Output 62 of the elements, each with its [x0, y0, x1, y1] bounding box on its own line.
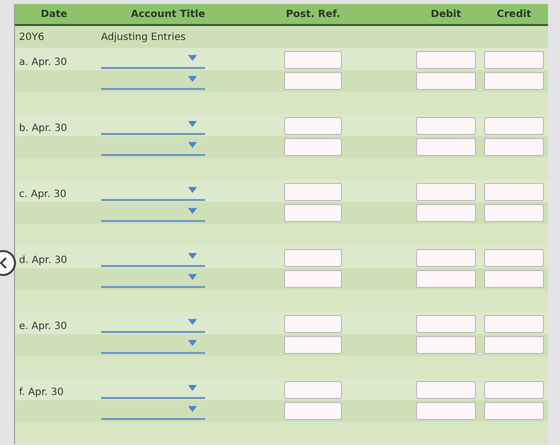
debit-field[interactable]	[416, 72, 476, 90]
column-header: Account Title	[130, 8, 206, 22]
debit-field[interactable]	[416, 249, 476, 267]
caret-icon	[188, 340, 197, 346]
debit-field[interactable]	[416, 138, 476, 156]
caret-icon	[188, 120, 197, 126]
credit-field[interactable]	[484, 117, 544, 135]
caret-icon	[188, 318, 197, 324]
debit-field[interactable]	[416, 183, 476, 201]
caret-icon	[188, 406, 197, 412]
post-ref-field[interactable]	[284, 204, 342, 222]
entry-date: b. Apr. 30	[19, 123, 68, 134]
debit-field[interactable]	[416, 51, 476, 69]
credit-field[interactable]	[484, 336, 544, 354]
credit-field[interactable]	[484, 381, 544, 399]
credit-field[interactable]	[484, 51, 544, 69]
credit-field[interactable]	[484, 249, 544, 267]
credit-field[interactable]	[484, 402, 544, 420]
debit-field[interactable]	[416, 117, 476, 135]
post-ref-field[interactable]	[284, 72, 342, 90]
entry-date: d. Apr. 30	[19, 255, 68, 266]
post-ref-field[interactable]	[284, 249, 342, 267]
caret-icon	[188, 142, 197, 148]
credit-field[interactable]	[484, 315, 544, 333]
entry-date: f. Apr. 30	[19, 387, 64, 398]
debit-field[interactable]	[416, 381, 476, 399]
credit-field[interactable]	[484, 270, 544, 288]
debit-field[interactable]	[416, 204, 476, 222]
caret-icon	[188, 208, 197, 214]
chevron-left-icon	[0, 257, 7, 269]
caret-icon	[188, 384, 197, 390]
post-ref-field[interactable]	[284, 51, 342, 69]
entry-date: e. Apr. 30	[19, 321, 67, 332]
post-ref-field[interactable]	[284, 402, 342, 420]
credit-field[interactable]	[484, 138, 544, 156]
caret-icon	[188, 274, 197, 280]
year-label: 20Y6	[18, 30, 46, 44]
debit-field[interactable]	[416, 336, 476, 354]
section-title: Adjusting Entries	[100, 30, 187, 44]
caret-icon	[188, 252, 197, 258]
column-header: Post. Ref.	[284, 8, 342, 22]
debit-field[interactable]	[416, 270, 476, 288]
entry-date: c. Apr. 30	[19, 189, 66, 200]
post-ref-field[interactable]	[284, 336, 342, 354]
debit-field[interactable]	[416, 402, 476, 420]
caret-icon	[188, 186, 197, 192]
post-ref-field[interactable]	[284, 315, 342, 333]
credit-field[interactable]	[484, 183, 544, 201]
entry-date: a. Apr. 30	[19, 57, 67, 68]
post-ref-field[interactable]	[284, 183, 342, 201]
column-header: Credit	[496, 8, 532, 22]
caret-icon	[188, 76, 197, 82]
post-ref-field[interactable]	[284, 381, 342, 399]
post-ref-field[interactable]	[284, 117, 342, 135]
credit-field[interactable]	[484, 72, 544, 90]
column-header: Date	[40, 8, 68, 22]
credit-field[interactable]	[484, 204, 544, 222]
column-header: Debit	[430, 8, 462, 22]
post-ref-field[interactable]	[284, 270, 342, 288]
debit-field[interactable]	[416, 315, 476, 333]
caret-icon	[188, 54, 197, 60]
post-ref-field[interactable]	[284, 138, 342, 156]
